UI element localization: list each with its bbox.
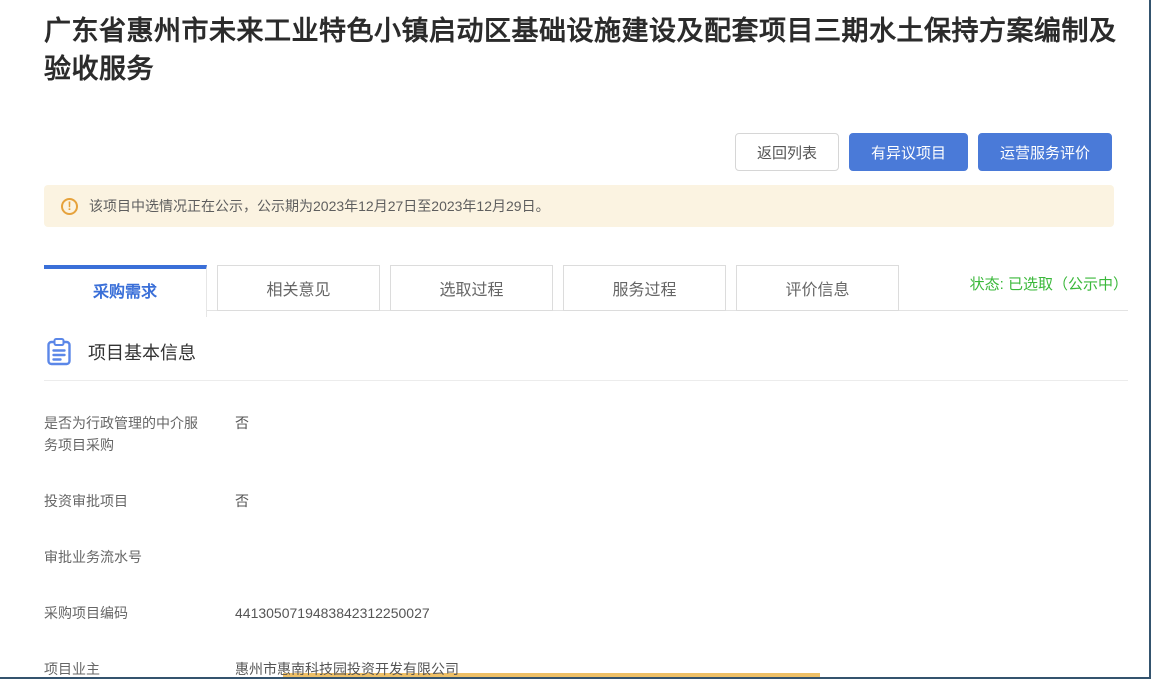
basic-info-fields: 是否为行政管理的中介服务项目采购 否 投资审批项目 否 审批业务流水号 采购项目… <box>44 412 1128 680</box>
tab-related-opinions[interactable]: 相关意见 <box>217 265 380 311</box>
objection-project-button[interactable]: 有异议项目 <box>849 133 968 171</box>
status-label: 状态: <box>970 276 1004 293</box>
tab-evaluation-info[interactable]: 评价信息 <box>736 265 899 311</box>
status-value: 已选取（公示中） <box>1008 276 1128 293</box>
clipboard-icon <box>44 337 74 367</box>
field-value: 4413050719483842312250027 <box>235 602 430 624</box>
back-to-list-button[interactable]: 返回列表 <box>735 133 839 171</box>
section-header-basic-info: 项目基本信息 <box>44 337 1128 381</box>
field-label: 采购项目编码 <box>44 602 204 624</box>
page-title: 广东省惠州市未来工业特色小镇启动区基础设施建设及配套项目三期水土保持方案编制及验… <box>44 12 1128 88</box>
field-row-approval-serial-number: 审批业务流水号 <box>44 546 1128 568</box>
section-title: 项目基本信息 <box>88 339 196 365</box>
field-value: 否 <box>235 490 249 512</box>
service-evaluation-button[interactable]: 运营服务评价 <box>978 133 1112 171</box>
field-label: 审批业务流水号 <box>44 546 204 568</box>
field-value: 否 <box>235 412 249 456</box>
field-label: 投资审批项目 <box>44 490 204 512</box>
action-toolbar: 返回列表 有异议项目 运营服务评价 <box>44 133 1112 171</box>
publicity-alert-text: 该项目中选情况正在公示，公示期为2023年12月27日至2023年12月29日。 <box>89 196 550 216</box>
tab-procurement-demand[interactable]: 采购需求 <box>44 265 207 317</box>
warning-circle-icon: ! <box>61 198 78 215</box>
window-right-border <box>1149 0 1151 679</box>
field-row-procurement-project-code: 采购项目编码 4413050719483842312250027 <box>44 602 1128 624</box>
main-content: 广东省惠州市未来工业特色小镇启动区基础设施建设及配套项目三期水土保持方案编制及验… <box>44 0 1128 680</box>
status-badge: 状态: 已选取（公示中） <box>970 273 1128 302</box>
tab-bar: 采购需求 相关意见 选取过程 服务过程 评价信息 状态: 已选取（公示中） <box>44 265 1128 311</box>
project-detail-page: 广东省惠州市未来工业特色小镇启动区基础设施建设及配套项目三期水土保持方案编制及验… <box>0 0 1160 680</box>
field-row-intermediary-service: 是否为行政管理的中介服务项目采购 否 <box>44 412 1128 456</box>
tab-service-process[interactable]: 服务过程 <box>563 265 726 311</box>
field-row-investment-approval: 投资审批项目 否 <box>44 490 1128 512</box>
tab-selection-process[interactable]: 选取过程 <box>390 265 553 311</box>
window-bottom-border <box>0 677 1151 679</box>
publicity-alert: ! 该项目中选情况正在公示，公示期为2023年12月27日至2023年12月29… <box>44 185 1114 227</box>
field-label: 是否为行政管理的中介服务项目采购 <box>44 412 204 456</box>
